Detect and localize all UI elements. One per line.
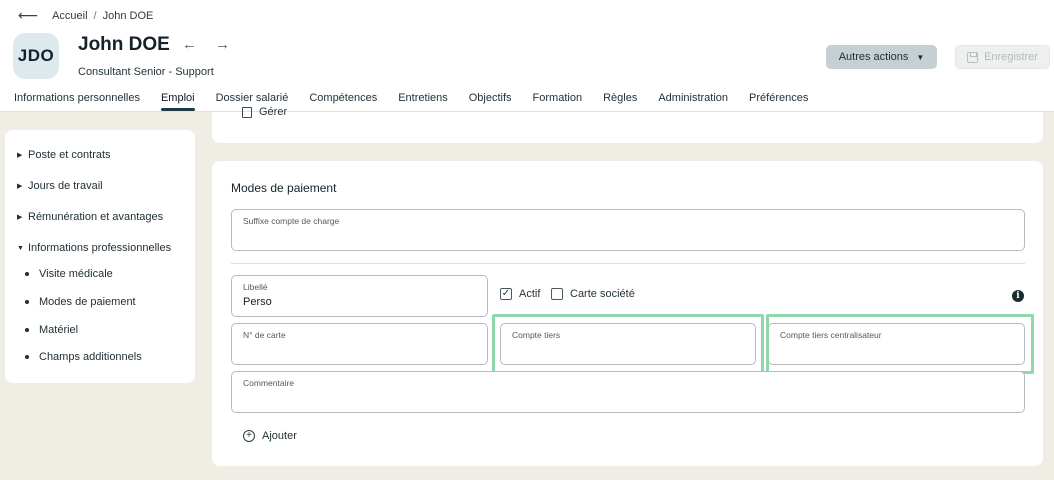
employee-header: ⟵ Accueil / John DOE JDO John DOE ← → Co…: [0, 0, 1054, 112]
save-button[interactable]: Enregistrer: [955, 45, 1050, 69]
save-label: Enregistrer: [984, 51, 1038, 63]
central-account-field[interactable]: Compte tiers centralisateur: [768, 323, 1025, 365]
comment-field[interactable]: Commentaire: [231, 371, 1025, 413]
sidebar-item-label: Rémunération et avantages: [28, 211, 164, 223]
breadcrumb-current: John DOE: [102, 9, 154, 22]
caret-right-icon: ▶: [17, 183, 23, 190]
employee-navigation: ← →: [182, 36, 230, 53]
tab-emploi[interactable]: Emploi: [160, 92, 195, 111]
manage-label: Gérer: [259, 106, 288, 118]
caret-down-icon: ▼: [17, 244, 24, 252]
suffix-field[interactable]: Suffixe compte de charge: [231, 209, 1025, 251]
employee-tabs: Informations personnelles Emploi Dossier…: [14, 92, 829, 111]
sidebar-item-informations-professionnelles[interactable]: ▼ Informations professionnelles: [17, 242, 171, 254]
sidebar-subitem-label: Visite médicale: [39, 268, 113, 280]
sidebar-item-label: Poste et contrats: [28, 149, 111, 161]
divider: [231, 263, 1025, 264]
employee-job-title: Consultant Senior - Support: [78, 66, 214, 78]
libelle-field-value: Perso: [243, 296, 272, 308]
actif-checkbox[interactable]: ✓ Actif: [500, 288, 540, 300]
company-card-label: Carte société: [570, 288, 635, 300]
libelle-field-label: Libellé: [243, 282, 268, 292]
add-label: Ajouter: [262, 430, 297, 442]
page-title: John DOE: [78, 34, 170, 55]
caret-right-icon: ▶: [17, 152, 23, 159]
sidebar-subitem-materiel[interactable]: Matériel: [25, 324, 78, 336]
third-party-account-field[interactable]: Compte tiers: [500, 323, 756, 365]
sidebar-subitem-champs-additionnels[interactable]: Champs additionnels: [25, 351, 142, 363]
tab-preferences[interactable]: Préférences: [749, 92, 808, 111]
bullet-icon: [25, 355, 29, 359]
breadcrumb-home-link[interactable]: Accueil: [52, 10, 87, 22]
sidebar-subitem-label: Modes de paiement: [39, 296, 136, 308]
manage-button[interactable]: Gérer: [242, 106, 287, 118]
caret-down-icon: ▼: [916, 52, 925, 62]
plus-circle-icon: +: [243, 430, 255, 442]
section-sidebar: ▶ Poste et contrats ▶ Jours de travail ▶…: [5, 130, 195, 383]
bullet-icon: [25, 328, 29, 332]
sidebar-subitem-label: Matériel: [39, 324, 79, 336]
more-actions-button[interactable]: Autres actions ▼: [826, 45, 937, 69]
tab-entretiens[interactable]: Entretiens: [398, 92, 448, 111]
section-title: Modes de paiement: [231, 181, 337, 195]
company-card-checkbox[interactable]: Carte société: [551, 288, 635, 300]
sidebar-subitem-label: Champs additionnels: [39, 351, 142, 363]
tab-informations-personnelles[interactable]: Informations personnelles: [14, 92, 140, 111]
caret-right-icon: ▶: [17, 214, 23, 221]
suffix-field-label: Suffixe compte de charge: [243, 216, 340, 226]
tab-formation[interactable]: Formation: [533, 92, 583, 111]
checkbox-empty-icon: [551, 288, 563, 300]
card-number-field[interactable]: N° de carte: [231, 323, 488, 365]
floppy-disk-icon: [967, 51, 979, 63]
avatar: JDO: [13, 33, 59, 79]
comment-label: Commentaire: [243, 378, 295, 388]
sidebar-item-label: Jours de travail: [28, 180, 103, 192]
sidebar-item-label: Informations professionnelles: [28, 242, 172, 254]
central-account-label: Compte tiers centralisateur: [780, 330, 882, 340]
sidebar-item-remuneration[interactable]: ▶ Rémunération et avantages: [17, 211, 163, 223]
actif-label: Actif: [519, 288, 541, 300]
next-employee-icon[interactable]: →: [215, 36, 230, 53]
back-arrow-icon[interactable]: ⟵: [18, 7, 38, 24]
checkmark-icon: ✓: [500, 288, 512, 300]
sidebar-item-poste-et-contrats[interactable]: ▶ Poste et contrats: [17, 149, 111, 161]
breadcrumb-separator: /: [93, 9, 97, 22]
tab-regles[interactable]: Règles: [603, 92, 637, 111]
libelle-field[interactable]: Libellé Perso: [231, 275, 488, 317]
bullet-icon: [25, 272, 29, 276]
tab-objectifs[interactable]: Objectifs: [469, 92, 512, 111]
tab-competences[interactable]: Compétences: [309, 92, 377, 111]
tab-administration[interactable]: Administration: [658, 92, 728, 111]
payment-methods-card: Modes de paiement Suffixe compte de char…: [212, 161, 1043, 466]
sidebar-subitem-modes-de-paiement[interactable]: Modes de paiement: [25, 296, 136, 308]
previous-employee-icon[interactable]: ←: [182, 36, 197, 53]
third-party-account-label: Compte tiers: [512, 330, 561, 340]
bullet-icon: [25, 300, 29, 304]
sidebar-subitem-visite-medicale[interactable]: Visite médicale: [25, 268, 113, 280]
card-number-label: N° de carte: [243, 330, 286, 340]
sidebar-item-jours-de-travail[interactable]: ▶ Jours de travail: [17, 180, 103, 192]
previous-section-card: Gérer: [212, 106, 1043, 143]
breadcrumb: ⟵ Accueil / John DOE: [18, 7, 153, 24]
edit-icon: [242, 106, 252, 118]
info-icon[interactable]: i: [1012, 290, 1024, 302]
add-button[interactable]: + Ajouter: [243, 430, 297, 442]
more-actions-label: Autres actions: [838, 51, 909, 63]
